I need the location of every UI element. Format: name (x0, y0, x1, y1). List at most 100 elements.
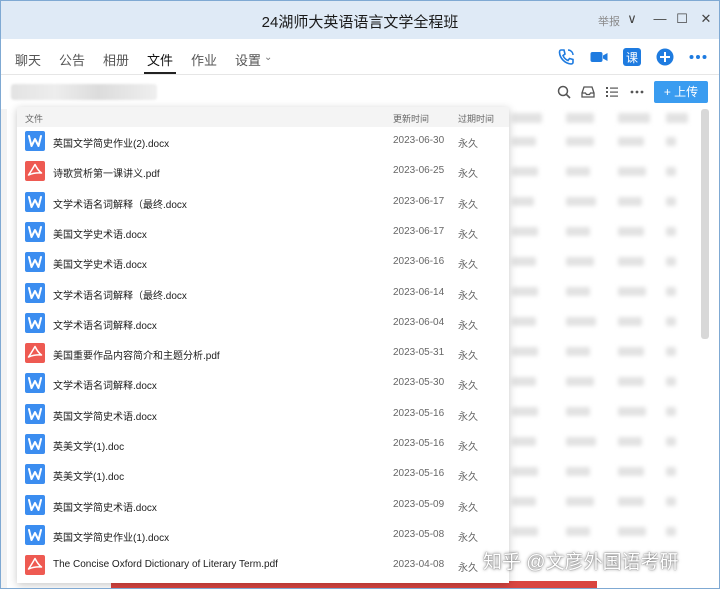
file-name[interactable]: 文学术语名词解释.docx (53, 377, 157, 392)
file-row[interactable]: 英国文学简史作业(1).docx 2023-05-08 永久 (17, 520, 509, 550)
file-name[interactable]: 文学术语名词解释.docx (53, 317, 157, 332)
file-updated-date: 2023-05-08 (393, 528, 445, 540)
file-expiry: 永久 (458, 563, 478, 575)
file-name[interactable]: 美国文学史术语.docx (53, 256, 147, 271)
file-updated-date: 2023-06-14 (393, 286, 445, 298)
file-updated-date: 2023-05-16 (393, 468, 445, 480)
file-expiry: 永久 (458, 502, 478, 514)
file-expiry: 永久 (458, 320, 478, 332)
pdf-file-icon (25, 161, 45, 182)
chevron-down-icon[interactable]: ∨ (623, 10, 641, 28)
file-updated-date: 2023-06-04 (393, 316, 445, 328)
file-row[interactable]: 文学术语名词解释（最终.docx 2023-06-17 永久 (17, 187, 509, 217)
active-tab-indicator (144, 72, 176, 74)
column-header-updated[interactable]: 更新时间 (393, 112, 429, 125)
report-link[interactable]: 举报 (598, 13, 620, 29)
file-expiry: 永久 (458, 169, 478, 181)
phone-icon[interactable] (556, 47, 576, 67)
file-name[interactable]: 英美文学(1).doc (53, 438, 124, 453)
word-file-icon (25, 434, 45, 454)
file-updated-date: 2023-05-09 (393, 498, 445, 510)
course-icon[interactable]: 课 (622, 47, 642, 67)
maximize-button[interactable]: ☐ (673, 10, 691, 28)
file-expiry: 永久 (458, 472, 478, 484)
word-file-icon (25, 252, 45, 273)
file-row[interactable]: The Concise Oxford Dictionary of Literar… (17, 550, 509, 580)
file-name[interactable]: 英国文学简史术语.docx (53, 408, 157, 423)
column-header-file[interactable]: 文件 (25, 112, 43, 125)
list-view-icon[interactable] (604, 84, 620, 100)
tab-chat[interactable]: 聊天 (15, 50, 41, 69)
file-updated-date: 2023-06-16 (393, 256, 445, 268)
tab-homework[interactable]: 作业 (191, 50, 217, 69)
more-icon[interactable] (629, 84, 645, 100)
file-updated-date: 2023-05-30 (393, 377, 445, 389)
word-file-icon (25, 494, 45, 515)
video-icon[interactable] (589, 47, 609, 67)
file-row[interactable]: 英国文学简史术语.docx 2023-05-16 永久 (17, 399, 509, 429)
file-row[interactable]: 文学术语名词解释.docx 2023-06-04 永久 (17, 308, 509, 338)
file-expiry: 永久 (458, 351, 478, 363)
word-file-icon (25, 131, 45, 151)
file-updated-date: 2023-05-16 (393, 407, 445, 419)
file-name[interactable]: 英国文学简史术语.docx (53, 499, 157, 514)
word-file-icon (25, 403, 45, 424)
tab-files[interactable]: 文件 (147, 50, 173, 69)
file-row[interactable]: 英美文学(1).doc 2023-05-16 永久 (17, 459, 509, 489)
file-toolbar: + 上传 (1, 76, 719, 108)
file-list-panel: 文件 更新时间 过期时间 英国文学简史作业(2).docx 2023-06-30 永… (17, 107, 509, 583)
file-name[interactable]: 英国文学简史作业(2).docx (53, 135, 169, 150)
file-expiry: 永久 (458, 381, 478, 393)
file-row[interactable]: 美国文学史术语.docx 2023-06-17 永久 (17, 217, 509, 247)
tab-bar: 聊天 公告 相册 文件 作业 设置 ⌄ 课 (1, 39, 719, 75)
inbox-icon[interactable] (580, 84, 596, 100)
file-updated-date: 2023-06-25 (393, 165, 445, 177)
file-name[interactable]: The Concise Oxford Dictionary of Literar… (53, 559, 278, 570)
file-name[interactable]: 美国文学史术语.docx (53, 226, 147, 241)
file-updated-date: 2023-04-08 (393, 559, 445, 571)
word-file-icon (25, 373, 45, 394)
file-name[interactable]: 美国重要作品内容简介和主题分析.pdf (53, 347, 220, 362)
tab-announcement[interactable]: 公告 (59, 50, 85, 69)
file-updated-date: 2023-06-17 (393, 225, 445, 237)
file-expiry: 永久 (458, 290, 478, 302)
file-expiry: 永久 (458, 442, 478, 453)
search-icon[interactable] (556, 84, 572, 100)
file-row[interactable]: 美国文学史术语.docx 2023-06-16 永久 (17, 247, 509, 277)
file-list-header: 文件 更新时间 过期时间 (17, 107, 509, 127)
close-button[interactable]: ✕ (697, 10, 715, 28)
file-updated-date: 2023-05-31 (393, 347, 445, 359)
file-row[interactable]: 英国文学简史作业(2).docx 2023-06-30 永久 (17, 126, 509, 156)
tab-settings[interactable]: 设置 (235, 50, 261, 69)
file-name[interactable]: 英国文学简史作业(1).docx (53, 529, 169, 544)
file-row[interactable]: 文学术语名词解释（最终.docx 2023-06-14 永久 (17, 278, 509, 308)
tab-album[interactable]: 相册 (103, 50, 129, 69)
column-header-expiry[interactable]: 过期时间 (458, 112, 494, 125)
file-name[interactable]: 文学术语名词解释（最终.docx (53, 287, 187, 302)
file-row[interactable]: 诗歌赏析第一课讲义.pdf 2023-06-25 永久 (17, 156, 509, 186)
file-name[interactable]: 英美文学(1).doc (53, 468, 124, 483)
scrollbar[interactable] (701, 109, 709, 339)
word-file-icon (25, 282, 45, 303)
word-file-icon (25, 524, 45, 545)
minimize-button[interactable]: — (651, 10, 669, 28)
file-name[interactable]: 诗歌赏析第一课讲义.pdf (53, 165, 160, 180)
word-file-icon (25, 191, 45, 212)
more-icon[interactable] (688, 47, 708, 67)
folder-path-blurred (11, 84, 157, 100)
chevron-down-icon: ⌄ (264, 52, 273, 63)
file-row[interactable]: 英美文学(1).doc 2023-05-16 永久 (17, 429, 509, 459)
file-expiry: 永久 (458, 532, 478, 544)
file-row[interactable]: 英国文学简史术语.docx 2023-05-09 永久 (17, 490, 509, 520)
file-row[interactable]: 美国重要作品内容简介和主题分析.pdf 2023-05-31 永久 (17, 338, 509, 368)
upload-button[interactable]: + 上传 (654, 81, 708, 103)
add-icon[interactable] (655, 47, 675, 67)
file-updated-date: 2023-05-16 (393, 438, 445, 449)
title-bar: 24湖师大英语语言文学全程班 举报 ∨ — ☐ ✕ (1, 1, 719, 39)
file-expiry: 永久 (458, 411, 478, 423)
group-chat-window: 24湖师大英语语言文学全程班 举报 ∨ — ☐ ✕ 聊天 公告 相册 文件 作业… (0, 0, 720, 589)
watermark: 知乎 @文彦外国语考研 (483, 552, 679, 573)
background-file-list-blurred (506, 109, 719, 588)
file-name[interactable]: 文学术语名词解释（最终.docx (53, 196, 187, 211)
file-row[interactable]: 文学术语名词解释.docx 2023-05-30 永久 (17, 368, 509, 398)
